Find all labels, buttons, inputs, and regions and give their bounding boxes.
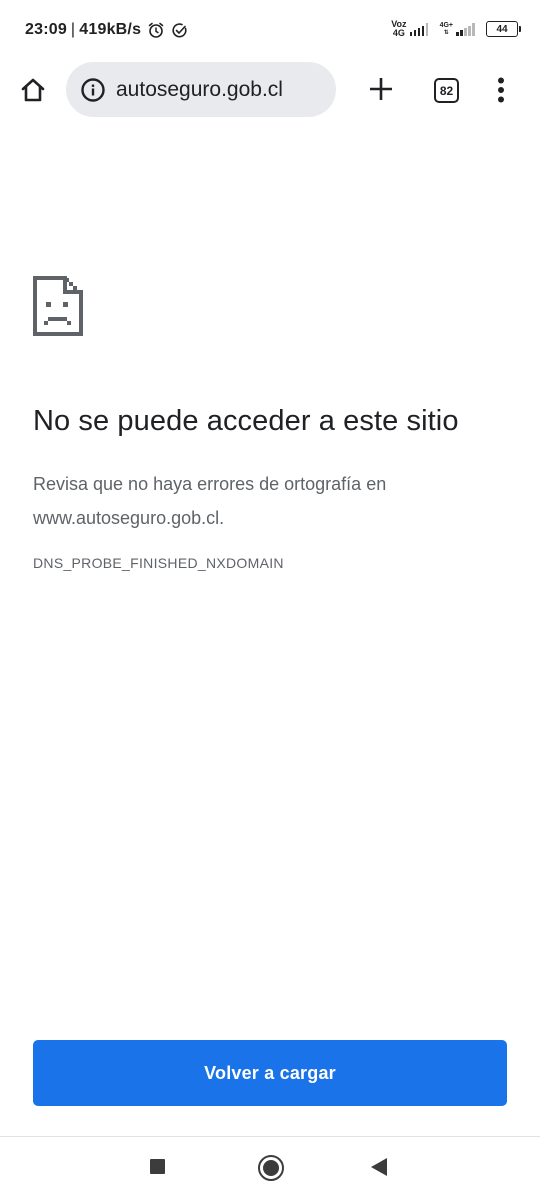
error-code[interactable]: DNS_PROBE_FINISHED_NXDOMAIN [33, 555, 284, 571]
alarm-clock-icon [147, 21, 165, 39]
check-circle-icon [171, 22, 188, 39]
address-bar[interactable]: autoseguro.gob.cl [66, 62, 336, 117]
reload-button[interactable]: Volver a cargar [33, 1040, 507, 1106]
signal-icon-2 [456, 22, 476, 36]
plus-icon [370, 78, 392, 100]
system-nav-bar [0, 1137, 540, 1200]
status-right: Voz 4G 4G+ ⇅ 44 [391, 20, 521, 38]
battery-icon: 44 [486, 21, 521, 37]
home-button[interactable] [17, 74, 49, 106]
network-type-indicator: 4G+ ⇅ [439, 22, 453, 36]
signal-icon [409, 22, 430, 36]
info-circle-icon[interactable] [80, 77, 106, 103]
tab-switcher-button[interactable]: 82 [434, 78, 459, 103]
volte-label-line2: 4G [392, 28, 405, 38]
status-separator: | [70, 21, 76, 38]
tab-count: 82 [439, 83, 454, 98]
error-title: No se puede acceder a este sitio [33, 405, 459, 437]
status-left: 23:09 | 419kB/s [25, 21, 188, 39]
error-message: Revisa que no haya errores de ortografía… [33, 474, 387, 528]
menu-button[interactable] [492, 75, 510, 105]
home-icon [21, 78, 45, 102]
vertical-dots-icon [498, 77, 504, 103]
status-time: 23:09 [25, 21, 67, 38]
status-speed: 419kB/s [79, 21, 142, 38]
volte-indicator: Voz 4G [391, 20, 406, 38]
home-circle-icon[interactable] [258, 1155, 284, 1181]
network-type-label: 4G+ [439, 22, 453, 29]
battery-level: 44 [496, 23, 508, 35]
status-bar: 23:09 | 419kB/s Voz 4G 4G+ ⇅ 44 [0, 0, 540, 62]
browser-toolbar: autoseguro.gob.cl 82 [0, 62, 540, 118]
url-text[interactable]: autoseguro.gob.cl [116, 78, 283, 102]
recents-square-icon[interactable] [150, 1159, 165, 1174]
sad-document-icon [33, 276, 83, 336]
new-tab-button[interactable] [366, 74, 396, 104]
back-triangle-icon[interactable] [371, 1158, 387, 1176]
